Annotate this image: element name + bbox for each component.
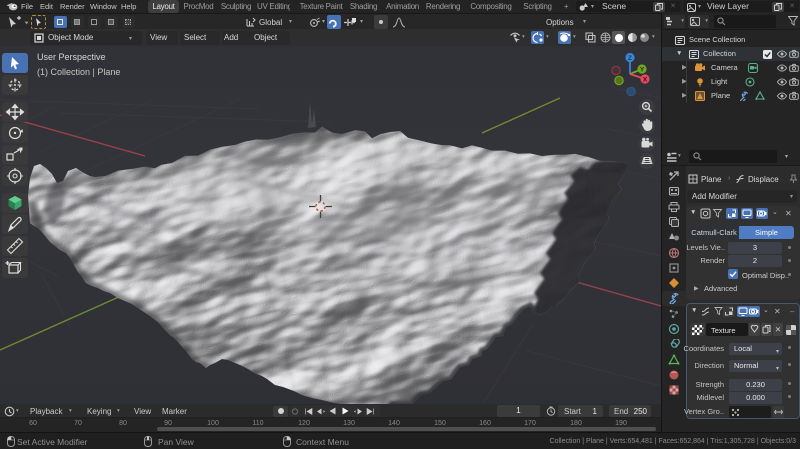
svg-text:X: X: [643, 77, 648, 84]
svg-text:Z: Z: [628, 55, 632, 62]
svg-text:Y: Y: [640, 67, 645, 74]
